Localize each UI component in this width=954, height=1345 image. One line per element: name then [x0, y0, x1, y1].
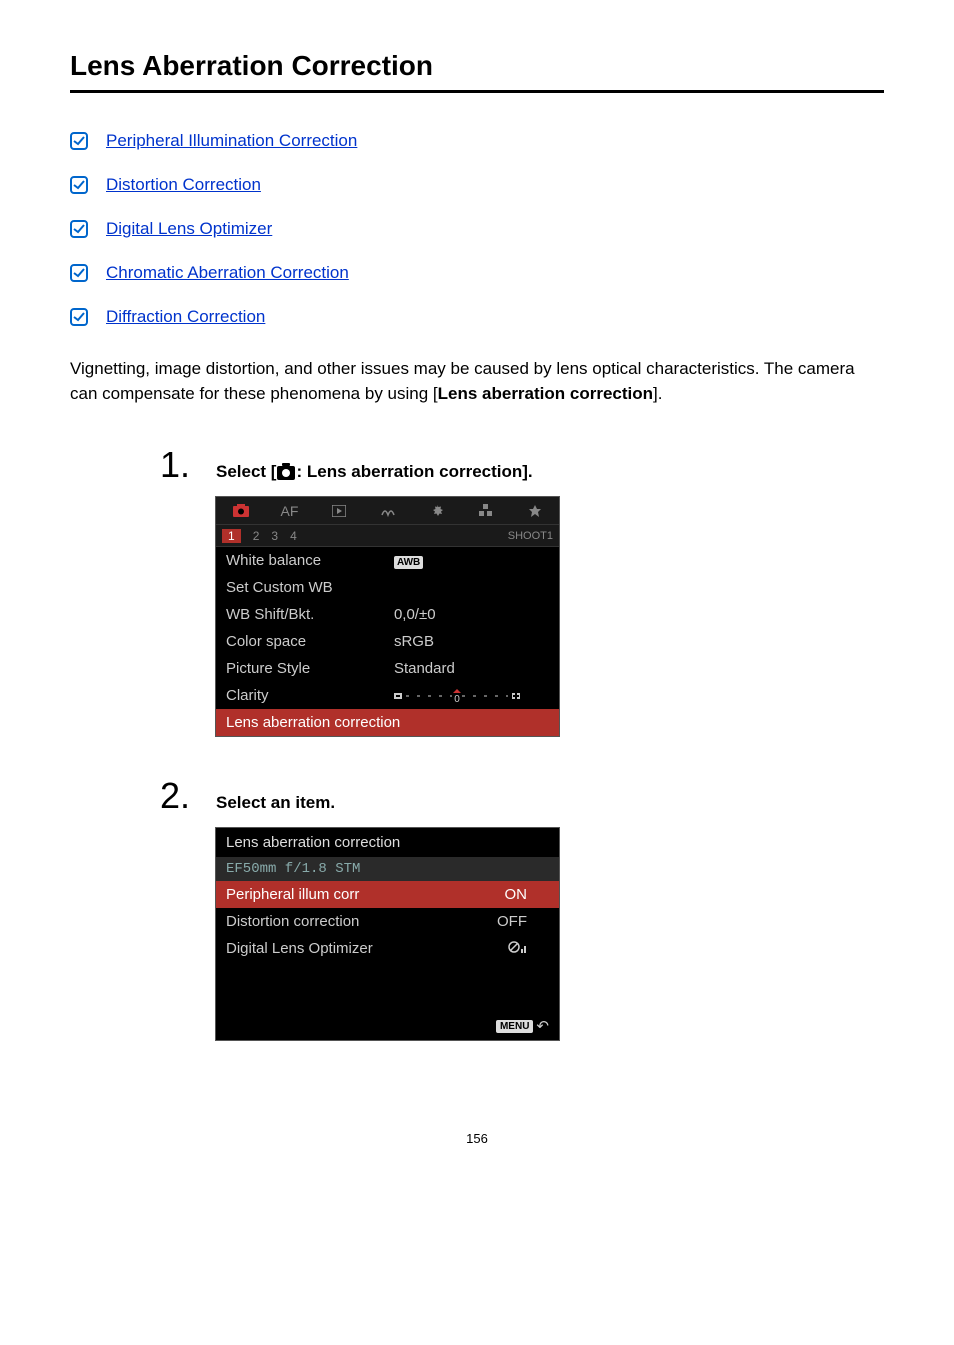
toc-list: Peripheral Illumination Correction Disto… [70, 131, 884, 327]
camera-menu-screenshot-2: Lens aberration correction EF50mm f/1.8 … [215, 827, 560, 1041]
tab-playback-icon [314, 497, 363, 524]
link-bullet-icon [70, 308, 88, 326]
link-bullet-icon [70, 176, 88, 194]
camera-menu-screenshot-1: AF 1 2 [215, 496, 560, 737]
step-1: 1. Select [: Lens aberration correction]… [160, 444, 884, 737]
subtab-1: 1 [222, 529, 241, 543]
tab-mymenu-icon [510, 497, 559, 524]
toc-item: Chromatic Aberration Correction [70, 263, 884, 283]
menu-row-wb: White balance AWB [216, 547, 559, 574]
page-number: 156 [70, 1131, 884, 1146]
menu-subtab-bar: 1 2 3 4 SHOOT1 [216, 525, 559, 547]
tab-setup-icon [412, 497, 461, 524]
toc-item: Peripheral Illumination Correction [70, 131, 884, 151]
toc-item: Digital Lens Optimizer [70, 219, 884, 239]
menu-row-color-space: Color space sRGB [216, 628, 559, 655]
tab-af: AF [265, 497, 314, 524]
step-2: 2. Select an item. Lens aberration corre… [160, 775, 884, 1041]
camera-icon [277, 466, 295, 480]
tab-shoot-icon [216, 497, 265, 524]
subtab-3: 3 [271, 529, 278, 543]
subtab-4: 4 [290, 529, 297, 543]
screen2-row-peripheral: Peripheral illum corr ON [216, 881, 559, 908]
return-arrow-icon: ↶ [536, 1017, 549, 1035]
subtab-label: SHOOT1 [508, 530, 553, 542]
menu-badge: MENU [496, 1020, 533, 1033]
menu-row-lens-aberration: Lens aberration correction [216, 709, 559, 736]
screen2-lens-name: EF50mm f/1.8 STM [216, 857, 559, 881]
step-1-title: Select [: Lens aberration correction]. [216, 462, 533, 482]
menu-row-picture-style: Picture Style Standard [216, 655, 559, 682]
page-title: Lens Aberration Correction [70, 50, 884, 93]
screen2-row-distortion: Distortion correction OFF [216, 908, 559, 935]
toc-item: Diffraction Correction [70, 307, 884, 327]
toc-link-dlo[interactable]: Digital Lens Optimizer [106, 219, 272, 239]
link-bullet-icon [70, 264, 88, 282]
screen2-title: Lens aberration correction [216, 828, 559, 857]
toc-item: Distortion Correction [70, 175, 884, 195]
toc-link-distortion[interactable]: Distortion Correction [106, 175, 261, 195]
tab-custom-icon [461, 497, 510, 524]
toc-link-peripheral[interactable]: Peripheral Illumination Correction [106, 131, 357, 151]
link-bullet-icon [70, 220, 88, 238]
menu-row-clarity: Clarity 0 [216, 682, 559, 709]
step-number: 2. [160, 775, 200, 817]
intro-text: Vignetting, image distortion, and other … [70, 357, 884, 406]
screen2-footer: MENU ↶ [216, 1012, 559, 1040]
step-number: 1. [160, 444, 200, 486]
menu-tab-bar: AF [216, 497, 559, 525]
clarity-slider-icon: 0 [394, 689, 524, 703]
awb-badge: AWB [394, 556, 423, 569]
menu-row-custom-wb: Set Custom WB [216, 574, 559, 601]
menu-row-wb-shift: WB Shift/Bkt. 0,0/±0 [216, 601, 559, 628]
svg-text:0: 0 [454, 694, 460, 703]
step-2-title: Select an item. [216, 793, 335, 813]
link-bullet-icon [70, 132, 88, 150]
toc-link-diffraction[interactable]: Diffraction Correction [106, 307, 265, 327]
dlo-standard-icon [507, 940, 527, 954]
screen2-row-dlo: Digital Lens Optimizer [216, 935, 559, 962]
toc-link-chromatic[interactable]: Chromatic Aberration Correction [106, 263, 349, 283]
tab-network-icon [363, 497, 412, 524]
subtab-2: 2 [253, 529, 260, 543]
